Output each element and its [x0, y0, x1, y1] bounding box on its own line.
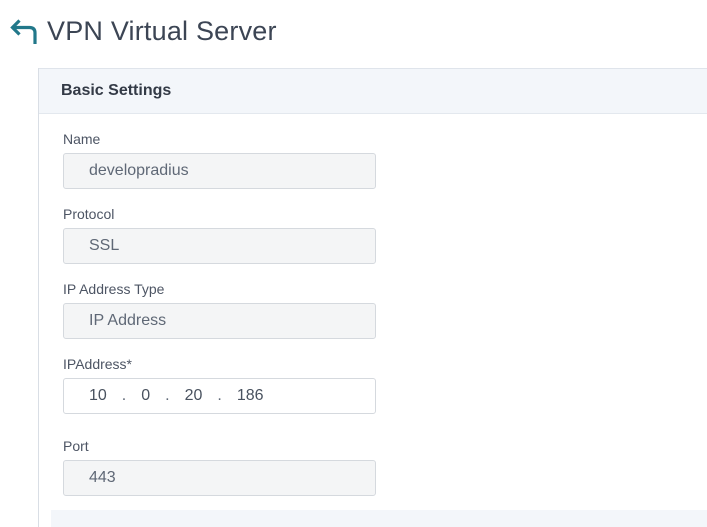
ip-address-type-label: IP Address Type	[63, 281, 707, 297]
ip-dot-2: .	[165, 387, 169, 405]
field-protocol: Protocol	[63, 206, 707, 264]
basic-settings-panel: Basic Settings Name Protocol IP Address …	[38, 68, 707, 527]
ip-address-type-input	[63, 303, 376, 339]
basic-settings-section-header: Basic Settings	[39, 68, 707, 114]
ip-address-label: IPAddress*	[63, 356, 707, 372]
ip-octet-2[interactable]: 0	[141, 387, 150, 405]
ip-octet-3[interactable]: 20	[185, 387, 203, 405]
page-header: VPN Virtual Server	[0, 0, 707, 68]
name-label: Name	[63, 131, 707, 147]
protocol-input	[63, 228, 376, 264]
ip-dot-1: .	[122, 387, 126, 405]
port-label: Port	[63, 438, 707, 454]
ip-address-input[interactable]: 10 . 0 . 20 . 186	[63, 378, 376, 414]
field-name: Name	[63, 131, 707, 189]
back-arrow-icon	[8, 34, 38, 49]
ip-octet-4[interactable]: 186	[237, 387, 264, 405]
ip-dot-3: .	[217, 387, 221, 405]
field-port: Port	[63, 438, 707, 496]
section-title: Basic Settings	[61, 82, 171, 100]
page-title: VPN Virtual Server	[47, 14, 277, 48]
ip-octet-1[interactable]: 10	[89, 387, 107, 405]
next-section-header-partial	[51, 510, 707, 527]
basic-settings-form: Name Protocol IP Address Type IPAddress*…	[39, 114, 707, 496]
name-input	[63, 153, 376, 189]
port-input	[63, 460, 376, 496]
field-ip-address: IPAddress* 10 . 0 . 20 . 186	[63, 356, 707, 414]
back-button[interactable]	[8, 14, 38, 46]
protocol-label: Protocol	[63, 206, 707, 222]
field-ip-address-type: IP Address Type	[63, 281, 707, 339]
